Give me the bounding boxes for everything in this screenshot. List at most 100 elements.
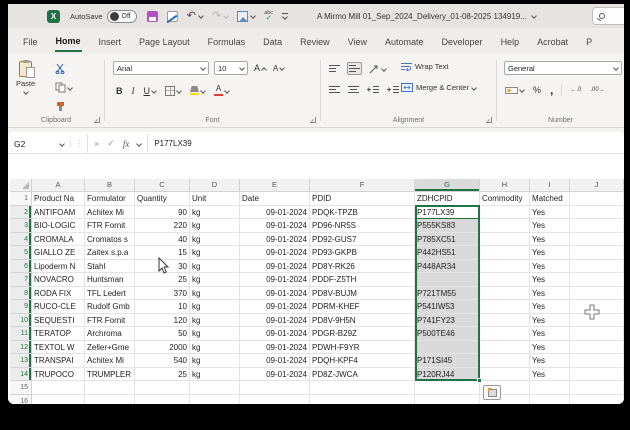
cell-B1[interactable]: Formulator [85,192,135,206]
cell-F7[interactable]: PDDF-Z5TH [310,273,415,287]
cell-J4[interactable] [570,232,624,246]
picture-dropdown-icon[interactable] [250,13,257,19]
insert-function-button[interactable]: fx [123,139,130,149]
cell-E13[interactable]: 09-01-2024 [240,354,310,368]
cell-A10[interactable]: SEQUESTI [32,313,85,327]
cell-E6[interactable]: 09-01-2024 [240,259,310,273]
cell-D6[interactable]: kg [190,259,240,273]
cell-C12[interactable]: 2000 [135,340,190,354]
cell-E11[interactable]: 09-01-2024 [240,327,310,341]
cell-B3[interactable]: FTR Fornit [85,219,135,233]
cell-C7[interactable]: 25 [135,273,190,287]
row-header-5[interactable]: 5 [10,246,32,260]
tab-automate[interactable]: Automate [384,32,425,51]
align-center-button[interactable] [347,84,360,95]
cell-I10[interactable]: Yes [530,313,570,327]
cell-F12[interactable]: PDWH-F9YR [310,340,415,354]
cell-G9[interactable]: P541IW53 [415,300,480,314]
cell-A2[interactable]: ANTIFOAM [32,205,85,219]
insert-picture-button[interactable] [237,10,257,22]
row-header-10[interactable]: 10 [10,313,32,327]
cell-J6[interactable] [570,259,624,273]
cell-F3[interactable]: PD96-NR5S [310,219,415,233]
copy-button[interactable] [54,81,73,94]
cell-B10[interactable]: FTR Fornit [85,313,135,327]
column-header-D[interactable]: D [190,179,240,192]
cell-I11[interactable]: Yes [530,327,570,341]
fill-color-button[interactable] [189,85,206,96]
italic-button[interactable]: I [131,85,136,97]
row-header-8[interactable]: 8 [10,286,32,300]
cell-C4[interactable]: 40 [135,232,190,246]
cell-I16[interactable] [530,394,570,404]
cell-D11[interactable]: kg [190,327,240,341]
cell-I3[interactable]: Yes [530,219,570,233]
cell-C9[interactable]: 10 [135,300,190,314]
cell-A4[interactable]: CROMALA [32,232,85,246]
cell-E5[interactable]: 09-01-2024 [240,246,310,260]
tab-help[interactable]: Help [500,32,521,51]
clipboard-dialog-launcher-icon[interactable] [94,117,100,123]
cell-G8[interactable]: P721TM55 [415,286,480,300]
top-align-button[interactable] [328,63,341,74]
cell-D7[interactable]: kg [190,273,240,287]
cell-F2[interactable]: PDQK-TPZB [310,205,415,219]
cell-H13[interactable] [480,354,530,368]
cell-B6[interactable]: Stahl [85,259,135,273]
middle-align-button[interactable] [347,62,362,75]
cell-J7[interactable] [570,273,624,287]
cell-C5[interactable]: 15 [135,246,190,260]
row-header-12[interactable]: 12 [10,340,32,354]
cell-G1[interactable]: ZDHCPID [415,192,480,206]
cell-F1[interactable]: PDID [310,192,415,206]
row-header-13[interactable]: 13 [10,354,32,368]
cell-I13[interactable]: Yes [530,354,570,368]
row-header-16[interactable]: 16 [10,394,32,404]
cell-F10[interactable]: PD8V-9H5N [310,313,415,327]
cell-A12[interactable]: TEXTOL W [32,340,85,354]
cell-F6[interactable]: PD8Y-RK26 [310,259,415,273]
format-painter-button[interactable] [54,100,73,113]
cell-B15[interactable] [85,381,135,395]
font-size-combo[interactable]: 10 [214,61,248,75]
cell-I2[interactable]: Yes [530,205,570,219]
name-box[interactable]: G2 [8,134,70,153]
row-header-4[interactable]: 4 [10,232,32,246]
cell-A13[interactable]: TRANSPAI [32,354,85,368]
cell-E1[interactable]: Date [240,192,310,206]
cell-C1[interactable]: Quantity [135,192,190,206]
wrap-text-button[interactable]: Wrap Text [401,62,449,71]
cell-D5[interactable]: kg [190,246,240,260]
cell-A9[interactable]: RUCO-CLE [32,300,85,314]
cell-B8[interactable]: TFL Ledert [85,286,135,300]
percent-style-button[interactable]: % [532,84,542,96]
cell-H8[interactable] [480,286,530,300]
cell-F11[interactable]: PDGR-B29Z [310,327,415,341]
cell-H5[interactable] [480,246,530,260]
cell-H10[interactable] [480,313,530,327]
row-header-1[interactable]: 1 [10,192,32,206]
cell-A16[interactable] [32,394,85,404]
cell-H7[interactable] [480,273,530,287]
cell-C2[interactable]: 90 [135,205,190,219]
cell-J14[interactable] [570,367,624,381]
accounting-format-button[interactable] [504,85,525,96]
cell-H1[interactable]: Commodity [480,192,530,206]
redo-button[interactable]: ↷ [212,10,230,22]
formula-bar-input[interactable]: P177LX39 [148,139,624,148]
row-header-15[interactable]: 15 [10,381,32,395]
column-header-G[interactable]: G [415,179,480,192]
column-header-F[interactable]: F [310,179,415,192]
cell-F16[interactable] [310,394,415,404]
spelling-button[interactable]: abc ✓ [264,10,273,22]
formula-dropdown-icon[interactable] [136,140,143,147]
cell-G10[interactable]: P741FY23 [415,313,480,327]
cell-B2[interactable]: Achitex Mi [85,205,135,219]
column-header-A[interactable]: A [32,179,85,192]
cell-I14[interactable]: Yes [530,367,570,381]
tab-acrobat[interactable]: Acrobat [536,32,569,51]
cell-J3[interactable] [570,219,624,233]
cell-G11[interactable]: P500TE46 [415,327,480,341]
paste-button[interactable]: Paste [16,60,35,95]
cell-B7[interactable]: Huntsman [85,273,135,287]
